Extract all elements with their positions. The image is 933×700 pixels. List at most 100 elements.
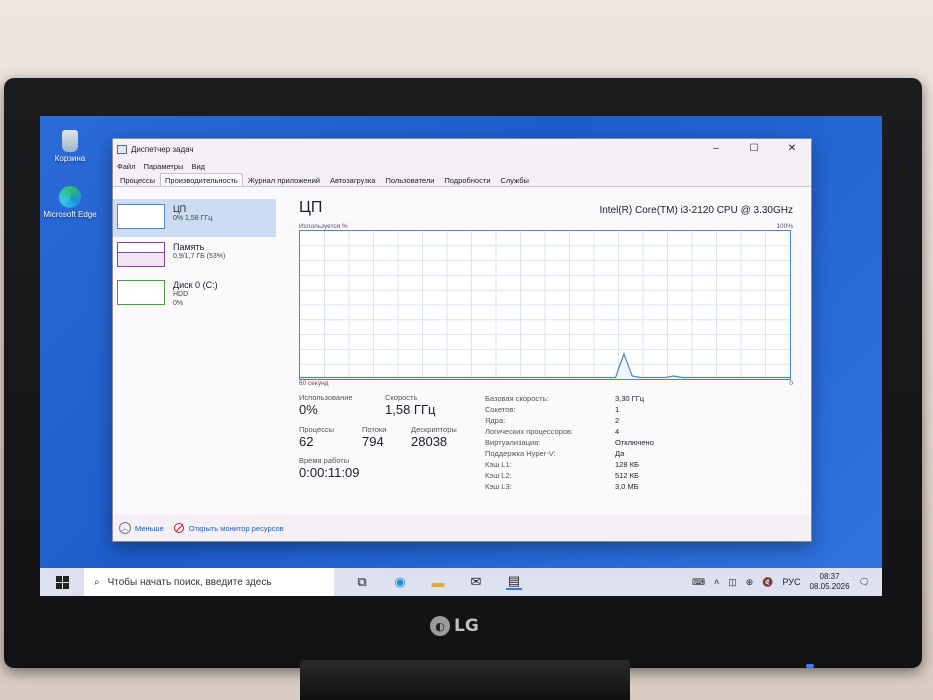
system-tray: ⌨ ˄ ◫ ⊕ 🔇 РУС 08:37 08.05.2026 🗨 bbox=[692, 568, 882, 596]
processes-label: Процессы bbox=[299, 425, 335, 434]
power-led bbox=[806, 664, 814, 668]
graph-label: Используется % bbox=[299, 223, 348, 230]
edge-taskbar-icon[interactable]: ◉ bbox=[392, 574, 408, 590]
menu-file[interactable]: Файл bbox=[117, 162, 135, 171]
screen: Корзина Microsoft Edge Диспетчер задач –… bbox=[40, 116, 882, 596]
sidebar-item-detail-2: 0% bbox=[173, 300, 184, 307]
start-button[interactable] bbox=[40, 568, 84, 596]
tab-performance[interactable]: Производительность bbox=[160, 173, 243, 186]
sidebar-item-cpu[interactable]: ЦП 0% 1,58 ГГц bbox=[113, 199, 276, 237]
taskbar-search-box[interactable]: ⌕ Чтобы начать поиск, введите здесь bbox=[84, 568, 334, 596]
tab-app-history[interactable]: Журнал приложений bbox=[243, 173, 325, 186]
tab-services[interactable]: Службы bbox=[496, 173, 534, 186]
tab-processes[interactable]: Процессы bbox=[115, 173, 160, 186]
handles-value: 28038 bbox=[411, 434, 448, 449]
sidebar-item-title: ЦП bbox=[173, 204, 187, 214]
taskbar-pinned-apps: ⧉ ◉ ▬ ✉ ▤ bbox=[354, 573, 522, 590]
property-key: Кэш L2: bbox=[485, 471, 512, 480]
handles-label: Дескрипторы bbox=[411, 425, 457, 434]
window-title: Диспетчер задач bbox=[131, 144, 194, 154]
property-row: Ядра: 2 bbox=[485, 415, 654, 426]
search-placeholder: Чтобы начать поиск, введите здесь bbox=[107, 576, 272, 588]
property-row: Сокетов: 1 bbox=[485, 404, 654, 415]
file-explorer-icon[interactable]: ▬ bbox=[430, 574, 446, 590]
clock-time: 08:37 bbox=[819, 572, 840, 581]
property-value: Да bbox=[615, 449, 625, 458]
property-row: Поддержка Hyper-V: Да bbox=[485, 448, 654, 459]
sidebar-item-detail: 0,9/1,7 ГБ (53%) bbox=[173, 253, 226, 260]
cpu-usage-graph bbox=[299, 230, 791, 380]
graph-max-label: 100% bbox=[776, 223, 793, 230]
minimize-button[interactable]: – bbox=[697, 139, 735, 157]
sidebar-item-memory[interactable]: Память 0,9/1,7 ГБ (53%) bbox=[113, 237, 276, 275]
resource-monitor-icon bbox=[173, 523, 184, 533]
property-key: Кэш L1: bbox=[485, 460, 512, 469]
chevron-up-icon[interactable]: ˄ bbox=[714, 577, 719, 587]
maximize-button[interactable]: ☐ bbox=[735, 139, 773, 157]
task-view-icon[interactable]: ⧉ bbox=[354, 574, 370, 590]
volume-icon[interactable]: 🔇 bbox=[762, 577, 773, 588]
usage-label: Использование bbox=[299, 393, 353, 402]
speed-label: Скорость bbox=[385, 393, 418, 402]
processes-value: 62 bbox=[299, 434, 314, 449]
menu-options[interactable]: Параметры bbox=[143, 162, 183, 171]
property-row: Базовая скорость: 3,30 ГГц bbox=[485, 393, 654, 404]
threads-value: 794 bbox=[362, 434, 384, 449]
uptime-value: 0:00:11:09 bbox=[299, 465, 360, 480]
clock-date: 08.05.2026 bbox=[809, 582, 850, 591]
sidebar-item-title: Память bbox=[173, 242, 205, 252]
disk-thumbnail-graph bbox=[117, 280, 165, 305]
graph-time-label: 60 секунд bbox=[299, 380, 329, 387]
menu-view[interactable]: Вид bbox=[191, 162, 205, 171]
desktop-icon-edge[interactable]: Microsoft Edge bbox=[40, 186, 100, 219]
sidebar-item-detail: 0% 1,58 ГГц bbox=[173, 215, 213, 222]
property-row: Кэш L3: 3,0 МБ bbox=[485, 481, 654, 492]
property-value: 3,30 ГГц bbox=[615, 394, 645, 403]
title-bar[interactable]: Диспетчер задач – ☐ ✕ bbox=[113, 139, 811, 159]
property-row: Кэш L1: 128 КБ bbox=[485, 459, 654, 470]
desktop-icon-label: Корзина bbox=[54, 154, 86, 163]
property-value: 2 bbox=[615, 416, 620, 425]
cpu-stats: Использование 0% Скорость 1,58 ГГц Проце… bbox=[299, 393, 793, 503]
clock[interactable]: 08:37 08.05.2026 bbox=[810, 572, 850, 592]
lg-logo-circle: ◐ bbox=[430, 616, 450, 636]
desktop-icon-label: Microsoft Edge bbox=[43, 210, 97, 219]
speed-value: 1,58 ГГц bbox=[385, 402, 436, 417]
resource-sidebar: ЦП 0% 1,58 ГГц Память 0,9/1,7 ГБ (53%) Д… bbox=[113, 199, 276, 313]
notifications-icon[interactable]: 🗨 bbox=[859, 577, 870, 588]
performance-panel: ЦП 0% 1,58 ГГц Память 0,9/1,7 ГБ (53%) Д… bbox=[113, 187, 811, 515]
sidebar-item-title: Диск 0 (C:) bbox=[173, 280, 218, 290]
cpu-usage-graph-svg bbox=[300, 231, 790, 379]
property-key: Сокетов: bbox=[485, 405, 516, 414]
mail-icon[interactable]: ✉ bbox=[468, 574, 484, 590]
task-manager-taskbar-icon[interactable]: ▤ bbox=[506, 573, 522, 590]
property-row: Виртуализация: Отключено bbox=[485, 437, 654, 448]
language-indicator[interactable]: РУС bbox=[782, 577, 800, 587]
cpu-properties: Базовая скорость: 3,30 ГГц Сокетов: 1 Ядра… bbox=[485, 393, 654, 492]
menu-bar: Файл Параметры Вид bbox=[113, 159, 811, 173]
sidebar-item-disk[interactable]: Диск 0 (C:) HDD 0% bbox=[113, 275, 276, 313]
lg-logo-text: LG bbox=[454, 616, 479, 636]
property-key: Ядра: bbox=[485, 416, 506, 425]
close-button[interactable]: ✕ bbox=[773, 139, 811, 157]
network-icon[interactable]: ⊕ bbox=[746, 577, 754, 588]
property-value: 3,0 МБ bbox=[615, 482, 639, 491]
lg-logo: ◐ LG bbox=[430, 616, 479, 636]
cpu-detail: ЦП Intel(R) Core(TM) i3-2120 CPU @ 3.30G… bbox=[299, 199, 793, 503]
memory-thumbnail-graph bbox=[117, 242, 165, 267]
fewer-details-label: Меньше bbox=[135, 523, 164, 533]
tab-startup[interactable]: Автозагрузка bbox=[325, 173, 381, 186]
property-value: 1 bbox=[615, 405, 620, 414]
keyboard-icon[interactable]: ⌨ bbox=[692, 577, 705, 588]
task-manager-window: Диспетчер задач – ☐ ✕ Файл Параметры Вид… bbox=[112, 138, 812, 542]
tab-details[interactable]: Подробности bbox=[439, 173, 495, 186]
windows-logo-icon bbox=[55, 575, 69, 589]
open-resource-monitor-link[interactable]: Открыть монитор ресурсов bbox=[173, 523, 284, 533]
cpu-thumbnail-graph bbox=[117, 204, 165, 229]
fewer-details-button[interactable]: ︿ Меньше bbox=[119, 522, 164, 534]
task-manager-icon bbox=[117, 144, 127, 154]
tab-users[interactable]: Пользователи bbox=[380, 173, 439, 186]
monitor-stand bbox=[300, 660, 630, 700]
meet-now-icon[interactable]: ◫ bbox=[728, 577, 737, 588]
desktop-icon-recycle-bin[interactable]: Корзина bbox=[40, 130, 100, 163]
